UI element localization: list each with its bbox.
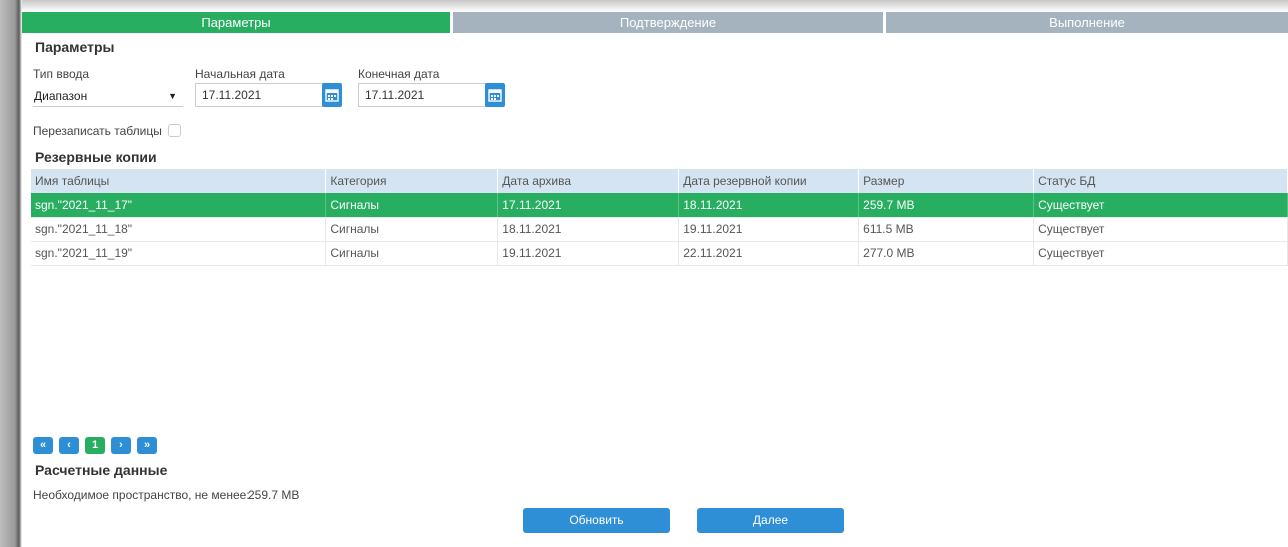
space-value: 259.7 MB (248, 488, 300, 502)
cell-size: 277.0 MB (858, 241, 1035, 266)
end-date-input[interactable]: 17.11.2021 (358, 83, 486, 107)
overwrite-label: Перезаписать таблицы (33, 124, 162, 138)
table-header: Имя таблицы Категория Дата архива Дата р… (31, 169, 1288, 193)
cell-db-status: Существует (1033, 217, 1288, 242)
col-table-name[interactable]: Имя таблицы (31, 169, 327, 193)
cell-table-name: sgn."2021_11_17" (31, 193, 327, 218)
cell-backup-date: 18.11.2021 (678, 193, 860, 218)
col-category[interactable]: Категория (325, 169, 499, 193)
calc-title: Расчетные данные (35, 462, 168, 478)
prev-page-button[interactable]: ‹ (59, 437, 79, 454)
cell-table-name: sgn."2021_11_19" (31, 241, 327, 266)
input-type-value: Диапазон (34, 89, 88, 103)
pagination: « ‹ 1 › » (33, 437, 157, 454)
calendar-icon[interactable] (485, 83, 505, 107)
table-row[interactable]: sgn."2021_11_19" Сигналы 19.11.2021 22.1… (31, 241, 1288, 266)
wizard-steps: Параметры Подтверждение Выполнение (22, 12, 1288, 33)
cell-archive-date: 17.11.2021 (497, 193, 680, 218)
col-backup-date[interactable]: Дата резервной копии (678, 169, 860, 193)
cell-backup-date: 22.11.2021 (678, 241, 860, 266)
last-page-button[interactable]: » (137, 437, 157, 454)
cell-table-name: sgn."2021_11_18" (31, 217, 327, 242)
start-date-label: Начальная дата (195, 67, 285, 81)
cell-size: 259.7 MB (858, 193, 1035, 218)
overwrite-checkbox[interactable] (168, 124, 181, 137)
backups-title: Резервные копии (35, 149, 157, 165)
step-parameters[interactable]: Параметры (22, 12, 450, 33)
cell-category: Сигналы (325, 193, 499, 218)
cell-size: 611.5 MB (858, 217, 1035, 242)
table-row[interactable]: sgn."2021_11_17" Сигналы 17.11.2021 18.1… (31, 193, 1288, 218)
calendar-icon[interactable] (322, 83, 342, 107)
cell-category: Сигналы (325, 217, 499, 242)
input-type-label: Тип ввода (33, 67, 90, 81)
cell-category: Сигналы (325, 241, 499, 266)
step-execution[interactable]: Выполнение (886, 12, 1288, 33)
chevron-down-icon: ▼ (168, 91, 177, 101)
window-edge (0, 0, 22, 547)
next-button[interactable]: Далее (697, 508, 844, 533)
col-size[interactable]: Размер (858, 169, 1035, 193)
parameters-title: Параметры (35, 39, 115, 55)
end-date-label: Конечная дата (358, 67, 440, 81)
first-page-button[interactable]: « (33, 437, 53, 454)
cell-archive-date: 18.11.2021 (497, 217, 680, 242)
start-date-input[interactable]: 17.11.2021 (195, 83, 323, 107)
top-shadow (22, 0, 1288, 12)
input-type-select[interactable]: Диапазон ▼ (33, 85, 183, 107)
cell-db-status: Существует (1033, 193, 1288, 218)
col-db-status[interactable]: Статус БД (1033, 169, 1288, 193)
cell-archive-date: 19.11.2021 (497, 241, 680, 266)
next-page-button[interactable]: › (111, 437, 131, 454)
step-confirmation[interactable]: Подтверждение (453, 12, 883, 33)
cell-db-status: Существует (1033, 241, 1288, 266)
col-archive-date[interactable]: Дата архива (497, 169, 680, 193)
table-row[interactable]: sgn."2021_11_18" Сигналы 18.11.2021 19.1… (31, 217, 1288, 242)
cell-backup-date: 19.11.2021 (678, 217, 860, 242)
current-page-button[interactable]: 1 (85, 437, 105, 454)
refresh-button[interactable]: Обновить (523, 508, 670, 533)
backups-table: Имя таблицы Категория Дата архива Дата р… (31, 169, 1288, 266)
space-label: Необходимое пространство, не менее: (33, 488, 250, 502)
